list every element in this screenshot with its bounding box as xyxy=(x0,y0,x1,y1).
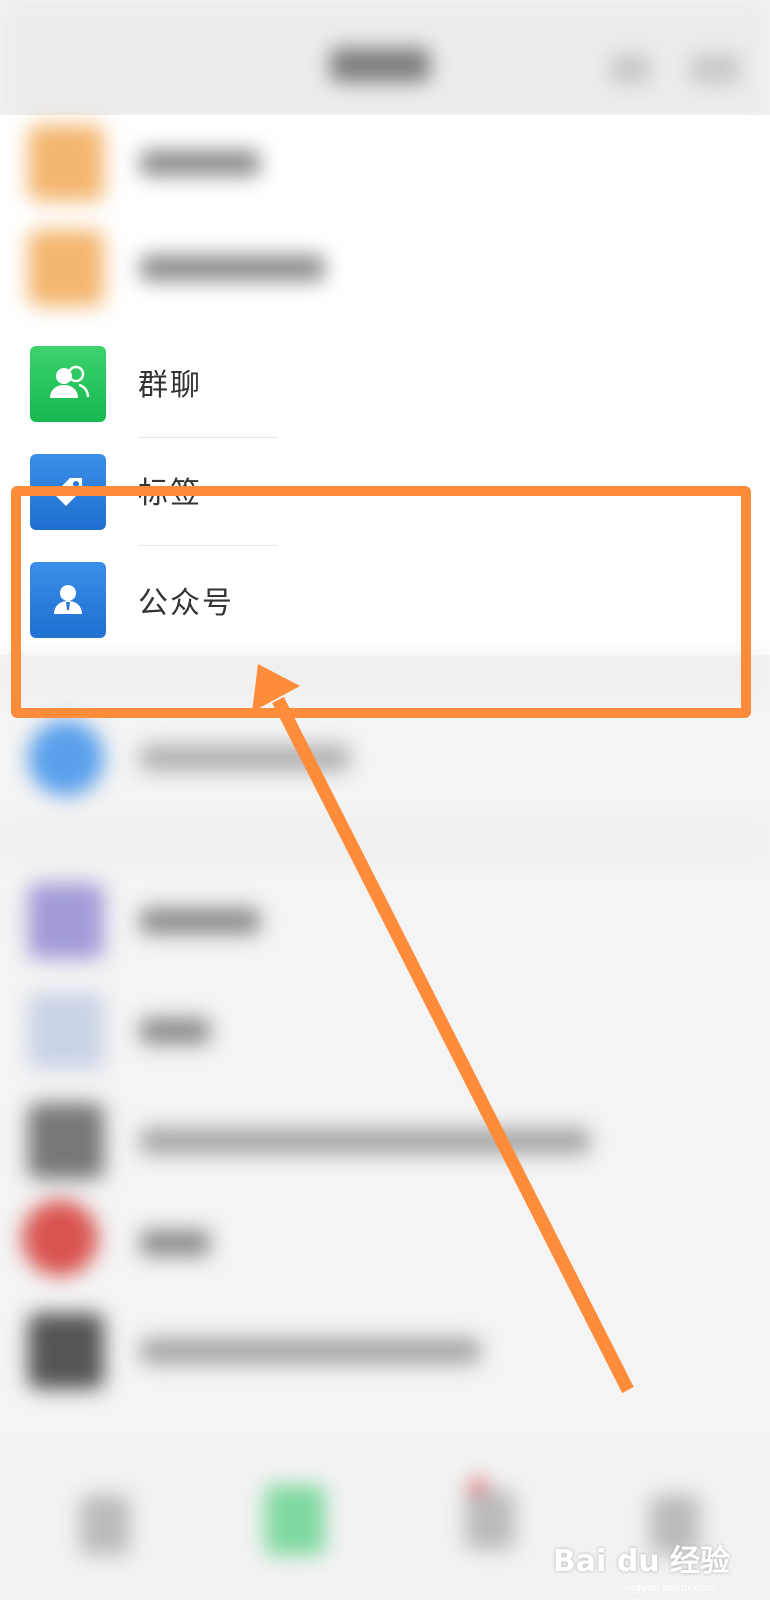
baidu-jingyan-watermark: Bai du 经验 xyxy=(552,1544,730,1579)
watermark-url: jingyan.baidu.com xyxy=(622,1583,715,1594)
annotation-arrow xyxy=(252,664,634,1393)
